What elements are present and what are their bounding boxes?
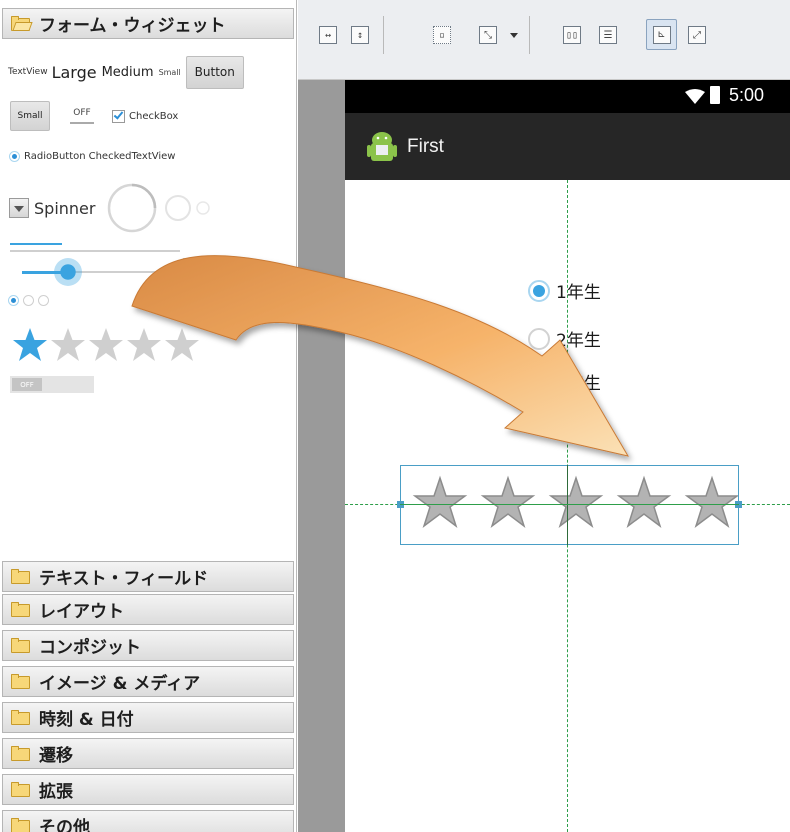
fill-height-icon: ↕ [351,26,369,44]
radio-checked-icon [528,279,550,302]
widget-small-text[interactable]: Small [159,68,181,77]
action-bar: First [345,113,790,180]
widget-progress-medium[interactable] [163,193,193,223]
category-layouts[interactable]: レイアウト [2,594,294,625]
category-label: 時刻 & 日付 [39,710,134,730]
widget-checked-textview[interactable]: CheckedTextView [89,151,176,162]
folder-icon [11,710,31,725]
switch-label: OFF [12,378,42,391]
status-bar: 5:00 [345,80,790,113]
category-label: その他 [39,818,90,832]
gravity-dropdown[interactable] [506,22,522,48]
gravity-button[interactable]: ⤡ [475,22,501,48]
widget-rating-bar[interactable] [12,325,212,367]
baseline-icon: ⊾ [652,25,671,44]
layout-width-button[interactable]: ▯▯ [559,22,585,48]
palette-panel: フォーム・ウィジェット TextView Large Medium Small … [0,0,297,832]
distribute-icon: ⤢ [688,26,706,44]
dropdown-arrow-icon [510,32,518,38]
radio-label: 2年生 [556,331,601,351]
folder-icon [11,782,31,797]
dropdown-arrow-icon [9,198,29,218]
widget-seekbar-end [183,258,211,278]
android-icon [367,131,397,161]
category-transitions[interactable]: 遷移 [2,738,294,769]
fill-height-button[interactable]: ↕ [347,22,373,48]
baseline-button[interactable]: ⊾ [646,19,677,50]
fill-width-button[interactable]: ↔ [315,22,341,48]
category-label: 遷移 [39,746,73,766]
layout-height-button[interactable]: ☰ [595,22,621,48]
widget-small-button[interactable]: Small [10,101,50,131]
folder-icon [11,818,31,832]
category-composite[interactable]: コンポジット [2,630,294,661]
toggle-label: OFF [73,108,91,118]
layout-width-icon: ▯▯ [563,26,581,44]
category-label: イメージ & メディア [39,674,201,694]
spinner-label: Spinner [34,198,96,218]
category-form-widgets[interactable]: フォーム・ウィジェット [2,8,294,39]
widget-medium-text[interactable]: Medium [102,65,154,80]
radio-button-year3[interactable]: 3年生 [528,369,601,394]
wifi-icon [685,89,705,104]
folder-open-icon [11,16,33,31]
category-images-media[interactable]: イメージ & メディア [2,666,294,697]
widget-button[interactable]: Button [185,55,244,89]
folder-icon [11,638,31,653]
margins-icon: ▫ [433,26,451,44]
category-label: 拡張 [39,782,73,802]
radio-label: 1年生 [556,283,601,303]
fill-width-icon: ↔ [319,26,337,44]
rating-bar-selected[interactable] [397,465,742,545]
category-other[interactable]: その他 [2,810,294,832]
widget-spinner[interactable]: Spinner [9,198,95,218]
widget-large-text[interactable]: Large [52,63,97,82]
radio-label: RadioButton [24,150,86,162]
widget-textview[interactable]: TextView [8,67,48,77]
margins-button[interactable]: ▫ [429,22,455,48]
folder-icon [11,674,31,689]
category-advanced[interactable]: 拡張 [2,774,294,805]
layout-height-icon: ☰ [599,26,617,44]
category-label: テキスト・フィールド [39,569,209,589]
folder-icon [11,746,31,761]
widget-progress-horizontal[interactable] [10,243,180,252]
radio-label: 3年生 [556,374,601,394]
radio-button-year2[interactable]: 2年生 [528,326,601,351]
checkbox-label: CheckBox [129,110,179,122]
widget-switch[interactable]: OFF [10,376,94,393]
widget-radio-group[interactable] [8,294,49,306]
category-label: フォーム・ウィジェット [39,16,226,36]
category-label: レイアウト [39,602,124,622]
category-text-fields[interactable]: テキスト・フィールド [2,561,294,592]
category-time-date[interactable]: 時刻 & 日付 [2,702,294,733]
seekbar-thumb[interactable] [54,258,82,286]
radio-checked-icon [9,150,20,162]
rating-stars [414,477,738,527]
radio-unchecked-icon [528,327,550,350]
category-label: コンポジット [39,638,141,658]
gravity-icon: ⤡ [479,26,497,44]
distribute-button[interactable]: ⤢ [684,22,710,48]
rating-baseline [400,504,739,505]
rating-center-line [567,465,568,545]
widget-progress-large[interactable] [105,181,159,235]
folder-icon [11,602,31,617]
layout-toolbar: ↔ ↕ ▫ ⤡ ▯▯ ☰ ⊾ ⤢ [298,0,790,80]
status-time: 5:00 [729,85,765,105]
widget-radio-button[interactable]: RadioButton [9,150,89,162]
battery-icon [710,86,720,104]
folder-icon [11,569,31,584]
radio-button-year1[interactable]: 1年生 [528,278,601,303]
radio-unchecked-icon [528,370,550,393]
device-screen: 5:00 First 1年生 2年生 3年生 [345,80,790,832]
widget-toggle-button[interactable]: OFF [66,108,98,124]
app-title: First [407,135,444,157]
widget-checkbox[interactable]: CheckBox [112,108,179,123]
widget-progress-small[interactable] [195,200,211,216]
checkbox-checked-icon [112,108,125,123]
